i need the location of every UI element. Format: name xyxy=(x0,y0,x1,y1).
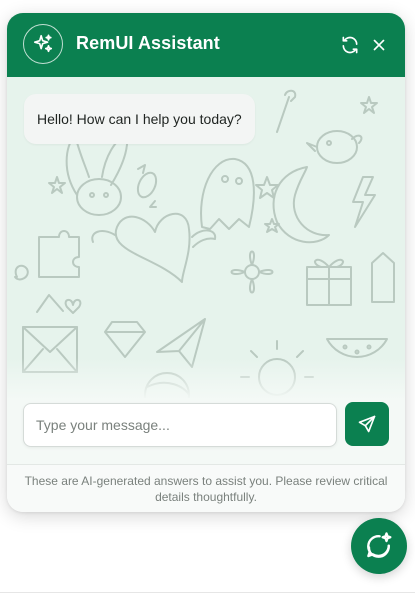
send-icon xyxy=(358,415,376,433)
message-input[interactable] xyxy=(23,403,337,447)
sparkles-icon xyxy=(23,24,63,64)
message-text: Hello! How can I help you today? xyxy=(37,111,242,127)
refresh-button[interactable] xyxy=(338,33,362,57)
ai-disclaimer: These are AI-generated answers to assist… xyxy=(7,464,405,512)
chat-header: RemUI Assistant xyxy=(7,13,405,77)
background-fade xyxy=(7,358,405,398)
send-button[interactable] xyxy=(345,402,389,446)
chat-title: RemUI Assistant xyxy=(76,33,220,53)
disclaimer-text: These are AI-generated answers to assist… xyxy=(24,473,388,504)
refresh-icon xyxy=(342,36,358,54)
chat-window: RemUI Assistant Hello! How can I help yo… xyxy=(7,13,405,512)
chat-launcher-button[interactable] xyxy=(351,518,407,574)
assistant-message-bubble: Hello! How can I help you today? xyxy=(24,94,255,144)
chat-sparkle-icon xyxy=(367,532,392,558)
close-icon xyxy=(373,39,385,51)
page-divider xyxy=(0,592,415,593)
composer xyxy=(7,398,405,464)
message-list[interactable]: Hello! How can I help you today? xyxy=(7,77,405,398)
close-button[interactable] xyxy=(367,33,391,57)
